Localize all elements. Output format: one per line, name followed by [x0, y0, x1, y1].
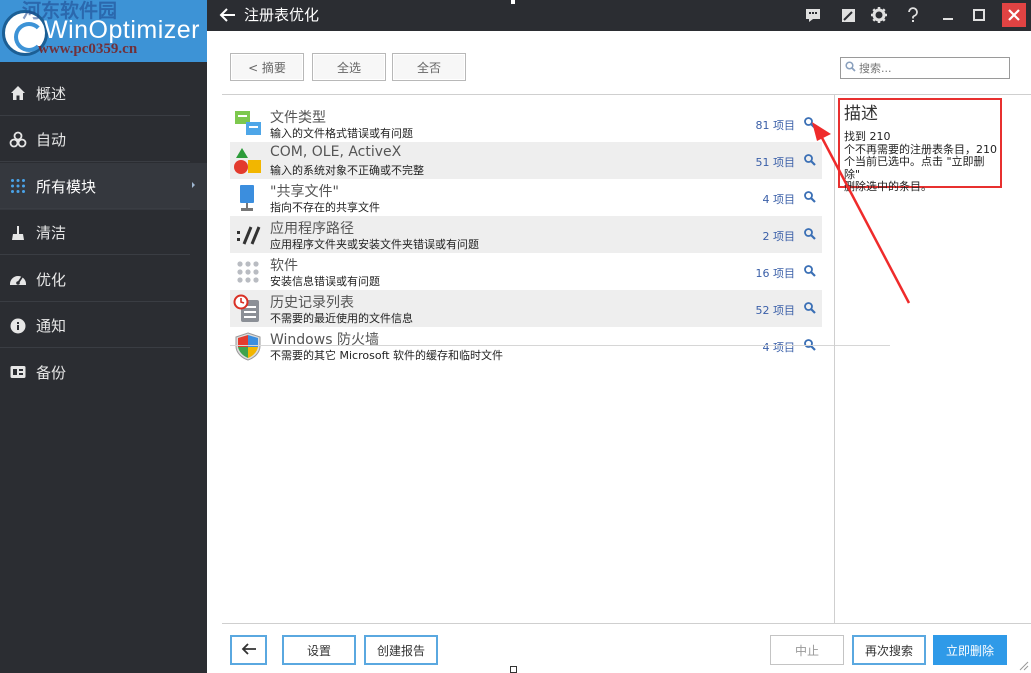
history-list-icon [233, 294, 263, 324]
feedback-icon[interactable] [802, 4, 824, 26]
rescan-button[interactable]: 再次搜索 [852, 635, 926, 665]
stop-button[interactable]: 中止 [770, 635, 844, 665]
divider [222, 623, 1031, 624]
sidebar-item-notifications[interactable]: 通知 [0, 303, 207, 350]
category-list: 文件类型 输入的文件格式错误或有问题 81 项目 COM, OLE, Activ… [230, 105, 822, 364]
category-description: 不需要的其它 Microsoft 软件的缓存和临时文件 [270, 349, 504, 362]
watermark-text: 河东软件园 [22, 0, 118, 22]
create-report-button[interactable]: 创建报告 [364, 635, 438, 665]
search-input[interactable] [859, 61, 999, 75]
category-description: 应用程序文件夹或安装文件夹错误或有问题 [270, 238, 479, 251]
category-title: COM, OLE, ActiveX [270, 144, 402, 160]
divider [230, 345, 890, 346]
divider [0, 208, 190, 209]
category-title: 文件类型 [270, 110, 326, 126]
sidebar-item-all-modules[interactable]: 所有模块 [0, 163, 207, 210]
list-item-history-list[interactable]: 历史记录列表 不需要的最近使用的文件信息 52 项目 [230, 290, 822, 327]
category-description: 指向不存在的共享文件 [270, 201, 380, 214]
back-arrow-icon[interactable] [219, 6, 237, 24]
app-logo: WinOptimizer 18 河东软件园 www.pc0359.cn [0, 0, 207, 62]
divider [0, 115, 190, 116]
divider [0, 301, 190, 302]
shared-files-icon [233, 183, 263, 213]
biohazard-icon [9, 131, 27, 149]
app-paths-icon [233, 220, 263, 250]
category-description: 输入的文件格式错误或有问题 [270, 127, 413, 140]
watermark-url: www.pc0359.cn [38, 41, 138, 57]
search-icon [845, 61, 856, 75]
help-icon[interactable] [902, 4, 924, 26]
close-icon[interactable] [1002, 3, 1026, 27]
category-title: 历史记录列表 [270, 295, 354, 311]
sidebar-item-label: 优化 [36, 270, 67, 289]
sidebar-item-label: 自动 [36, 131, 67, 150]
item-count[interactable]: 4 项目 [763, 339, 796, 355]
select-none-button[interactable]: 全否 [392, 53, 466, 81]
category-title: 应用程序路径 [270, 221, 354, 237]
chevron-right-icon [192, 182, 195, 188]
sidebar-item-label: 所有模块 [36, 177, 97, 196]
category-description: 安装信息错误或有问题 [270, 275, 380, 288]
divider [0, 161, 190, 162]
item-count[interactable]: 51 项目 [756, 154, 796, 170]
sidebar-item-overview[interactable]: 概述 [0, 70, 207, 117]
home-icon [9, 84, 27, 102]
edit-icon[interactable] [837, 4, 859, 26]
delete-now-button[interactable]: 立即删除 [933, 635, 1007, 665]
list-item-software[interactable]: 软件 安装信息错误或有问题 16 项目 [230, 253, 822, 290]
item-count[interactable]: 4 项目 [763, 191, 796, 207]
grid-dots-icon [9, 177, 27, 195]
firewall-shield-icon [233, 331, 263, 361]
sidebar-item-optimize[interactable]: 优化 [0, 256, 207, 303]
list-item-app-paths[interactable]: 应用程序路径 应用程序文件夹或安装文件夹错误或有问题 2 项目 [230, 216, 822, 253]
maximize-icon[interactable] [968, 4, 990, 26]
com-objects-icon [233, 146, 263, 176]
minimize-icon[interactable] [937, 4, 959, 26]
window-marker [510, 666, 517, 673]
item-count[interactable]: 81 项目 [756, 117, 796, 133]
summary-button[interactable]: < 摘要 [230, 53, 304, 81]
sidebar-item-label: 清洁 [36, 224, 67, 243]
divider [222, 94, 1031, 95]
file-types-icon [233, 109, 263, 139]
sidebar-item-label: 通知 [36, 317, 67, 336]
settings-button[interactable]: 设置 [282, 635, 356, 665]
search-box[interactable] [840, 57, 1010, 79]
category-title: 软件 [270, 258, 298, 274]
item-count[interactable]: 2 项目 [763, 228, 796, 244]
broom-icon [9, 224, 27, 242]
category-title: "共享文件" [270, 184, 339, 200]
back-button[interactable] [230, 635, 267, 665]
speedometer-icon [9, 270, 27, 288]
list-item-com-ole-activex[interactable]: COM, OLE, ActiveX 输入的系统对象不正确或不完整 51 项目 [230, 142, 822, 179]
resize-grip-icon[interactable] [1017, 659, 1029, 671]
category-description: 不需要的最近使用的文件信息 [270, 312, 413, 325]
item-count[interactable]: 16 项目 [756, 265, 796, 281]
category-description: 输入的系统对象不正确或不完整 [270, 164, 424, 177]
sidebar-item-backup[interactable]: 备份 [0, 349, 207, 396]
window-title: 注册表优化 [244, 6, 320, 24]
sidebar-item-clean[interactable]: 清洁 [0, 210, 207, 257]
backup-icon [9, 363, 27, 381]
sidebar: WinOptimizer 18 河东软件园 www.pc0359.cn 概述 自… [0, 0, 207, 673]
title-bar: 注册表优化 [207, 0, 1031, 31]
item-count[interactable]: 52 项目 [756, 302, 796, 318]
category-title: Windows 防火墙 [270, 332, 379, 348]
divider [0, 347, 190, 348]
list-item-shared-files[interactable]: "共享文件" 指向不存在的共享文件 4 项目 [230, 179, 822, 216]
sidebar-item-label: 备份 [36, 363, 67, 382]
sidebar-item-label: 概述 [36, 84, 67, 103]
divider [0, 254, 190, 255]
window-marker [511, 0, 515, 4]
info-icon [9, 317, 27, 335]
select-all-button[interactable]: 全选 [312, 53, 386, 81]
software-icon [233, 257, 263, 287]
gear-icon[interactable] [868, 4, 890, 26]
annotation-arrow-icon [812, 122, 911, 304]
arrow-left-icon [241, 642, 257, 659]
list-item-file-types[interactable]: 文件类型 输入的文件格式错误或有问题 81 项目 [230, 105, 822, 142]
sidebar-item-auto[interactable]: 自动 [0, 117, 207, 164]
